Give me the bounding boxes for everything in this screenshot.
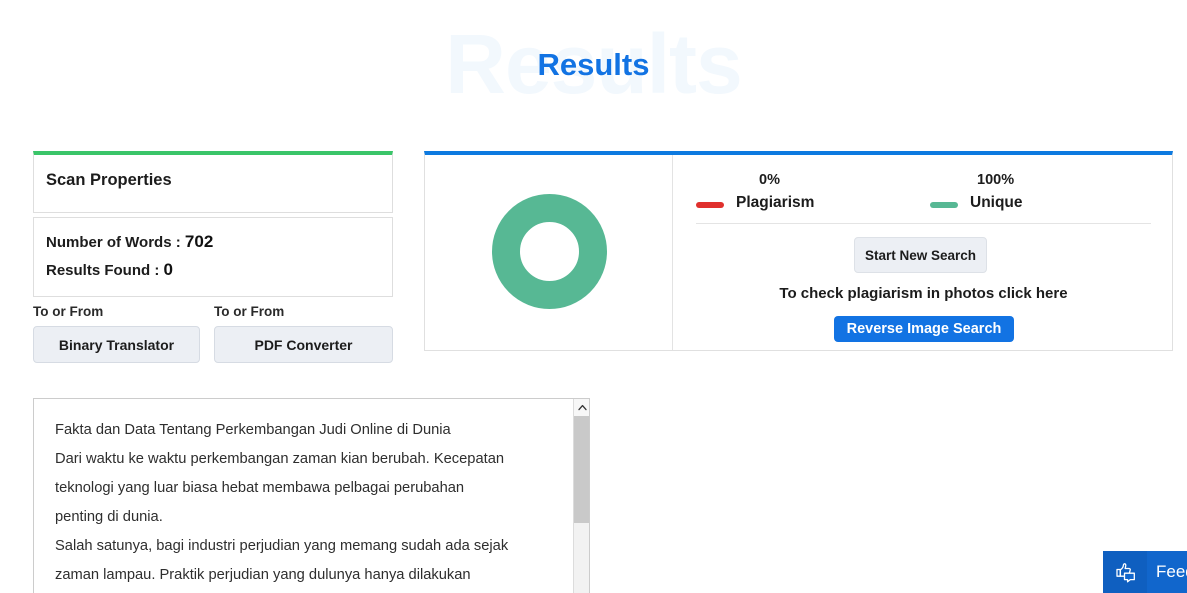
unique-percent: 100% — [977, 172, 1015, 188]
content-scrollbar[interactable] — [573, 399, 589, 593]
unique-legend-swatch-icon — [930, 202, 958, 208]
results-summary-panel: 0% 100% Plagiarism Unique Start New Sear… — [424, 151, 1173, 351]
number-of-words-row: Number of Words : 702 — [46, 232, 213, 252]
thumbs-up-comment-icon — [1116, 563, 1135, 583]
feedback-label: Feedback — [1156, 562, 1187, 581]
feedback-tab[interactable]: Feedback — [1103, 551, 1187, 593]
results-page: Results Results Scan Properties Number o… — [0, 0, 1187, 593]
chevron-up-icon — [577, 404, 587, 411]
reverse-image-search-button[interactable]: Reverse Image Search — [834, 316, 1014, 342]
feedback-icon-wrapper — [1103, 551, 1147, 593]
plagiarism-percent: 0% — [759, 172, 780, 188]
donut-chart-column — [425, 155, 673, 350]
scan-properties-title: Scan Properties — [46, 171, 172, 189]
binary-translator-button[interactable]: Binary Translator — [33, 326, 200, 363]
pdf-converter-button[interactable]: PDF Converter — [214, 326, 393, 363]
start-new-search-button[interactable]: Start New Search — [854, 237, 987, 273]
number-of-words-value: 702 — [184, 232, 214, 251]
results-found-row: Results Found : 0 — [46, 260, 173, 280]
unique-legend-label: Unique — [970, 194, 1023, 211]
scanned-text-content: Fakta dan Data Tentang Perkembangan Judi… — [55, 422, 509, 583]
plagiarism-donut-chart — [492, 194, 607, 309]
scan-stats-card: Number of Words : 702 Results Found : 0 — [33, 217, 393, 297]
binary-translator-caption: To or From — [33, 304, 104, 319]
donut-svg — [492, 194, 607, 309]
photo-plagiarism-hint: To check plagiarism in photos click here — [779, 285, 1068, 302]
pdf-converter-caption: To or From — [214, 304, 285, 319]
plagiarism-legend-swatch-icon — [696, 202, 724, 208]
page-title: Results — [537, 47, 650, 82]
plagiarism-legend-label: Plagiarism — [736, 194, 815, 211]
results-found-label: Results Found : — [46, 262, 160, 279]
scroll-up-arrow-icon[interactable] — [574, 399, 589, 416]
scan-properties-card: Scan Properties — [33, 151, 393, 213]
scrollbar-thumb[interactable] — [574, 416, 589, 523]
number-of-words-label: Number of Words : — [46, 234, 181, 251]
results-found-value: 0 — [163, 260, 173, 279]
scanned-text-area[interactable]: Fakta dan Data Tentang Perkembangan Judi… — [33, 398, 590, 593]
results-stats-column: 0% 100% Plagiarism Unique Start New Sear… — [674, 155, 1172, 350]
legend-divider — [696, 223, 1151, 224]
page-header: Results Results — [0, 0, 1187, 120]
